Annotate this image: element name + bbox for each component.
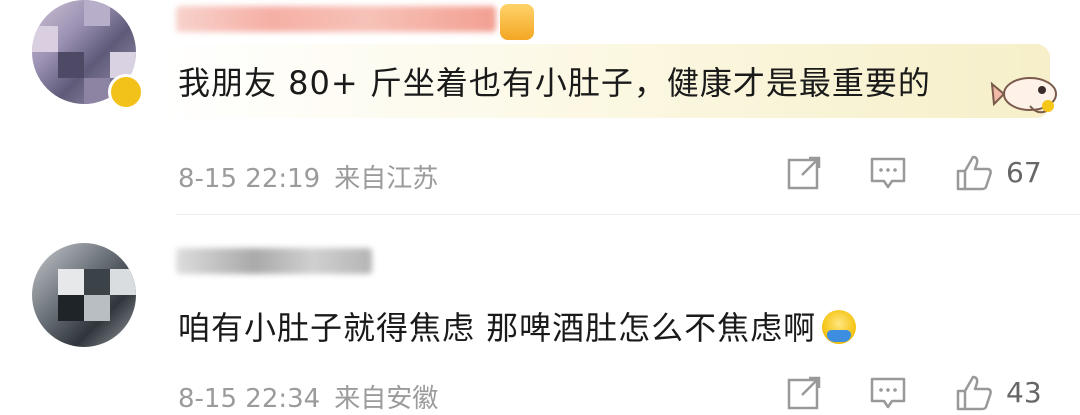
comment-text: 我朋友 80+ 斤坐着也有小肚子，健康才是最重要的 <box>178 64 931 102</box>
like-count: 67 <box>1006 156 1042 189</box>
vip-badge-icon <box>108 74 144 110</box>
comment-meta: 8-15 22:34 来自安徽 <box>178 378 438 415</box>
comment-icon[interactable] <box>868 153 908 193</box>
comment-date: 8-15 22:19 <box>178 164 321 194</box>
like-count: 43 <box>1006 376 1042 409</box>
share-icon[interactable] <box>784 153 824 193</box>
emoji-icon <box>822 310 857 344</box>
username-blurred[interactable] <box>176 248 372 274</box>
fish-sticker-icon <box>990 77 1057 114</box>
share-icon[interactable] <box>784 373 824 413</box>
comment-item: 我朋友 80+ 斤坐着也有小肚子，健康才是最重要的 8-15 22:19 来自江苏… <box>0 0 1080 215</box>
comment-meta: 8-15 22:19 来自江苏 <box>178 158 438 195</box>
comment-icon[interactable] <box>868 373 908 413</box>
comment-location: 来自安徽 <box>334 384 439 414</box>
comment-text: 咱有小肚子就得焦虑 那啤酒肚怎么不焦虑啊 <box>178 303 857 349</box>
user-level-badge-icon <box>500 4 534 40</box>
avatar[interactable] <box>32 243 136 347</box>
comment-date: 8-15 22:34 <box>178 384 321 414</box>
comment-item: 咱有小肚子就得焦虑 那啤酒肚怎么不焦虑啊 8-15 22:34 来自安徽 43 <box>0 215 1080 415</box>
comment-location: 来自江苏 <box>334 164 439 194</box>
comment-text-body: 咱有小肚子就得焦虑 那啤酒肚怎么不焦虑啊 <box>178 309 817 347</box>
thumbs-up-icon[interactable] <box>954 153 994 193</box>
username-blurred[interactable] <box>176 6 496 32</box>
thumbs-up-icon[interactable] <box>954 373 994 413</box>
